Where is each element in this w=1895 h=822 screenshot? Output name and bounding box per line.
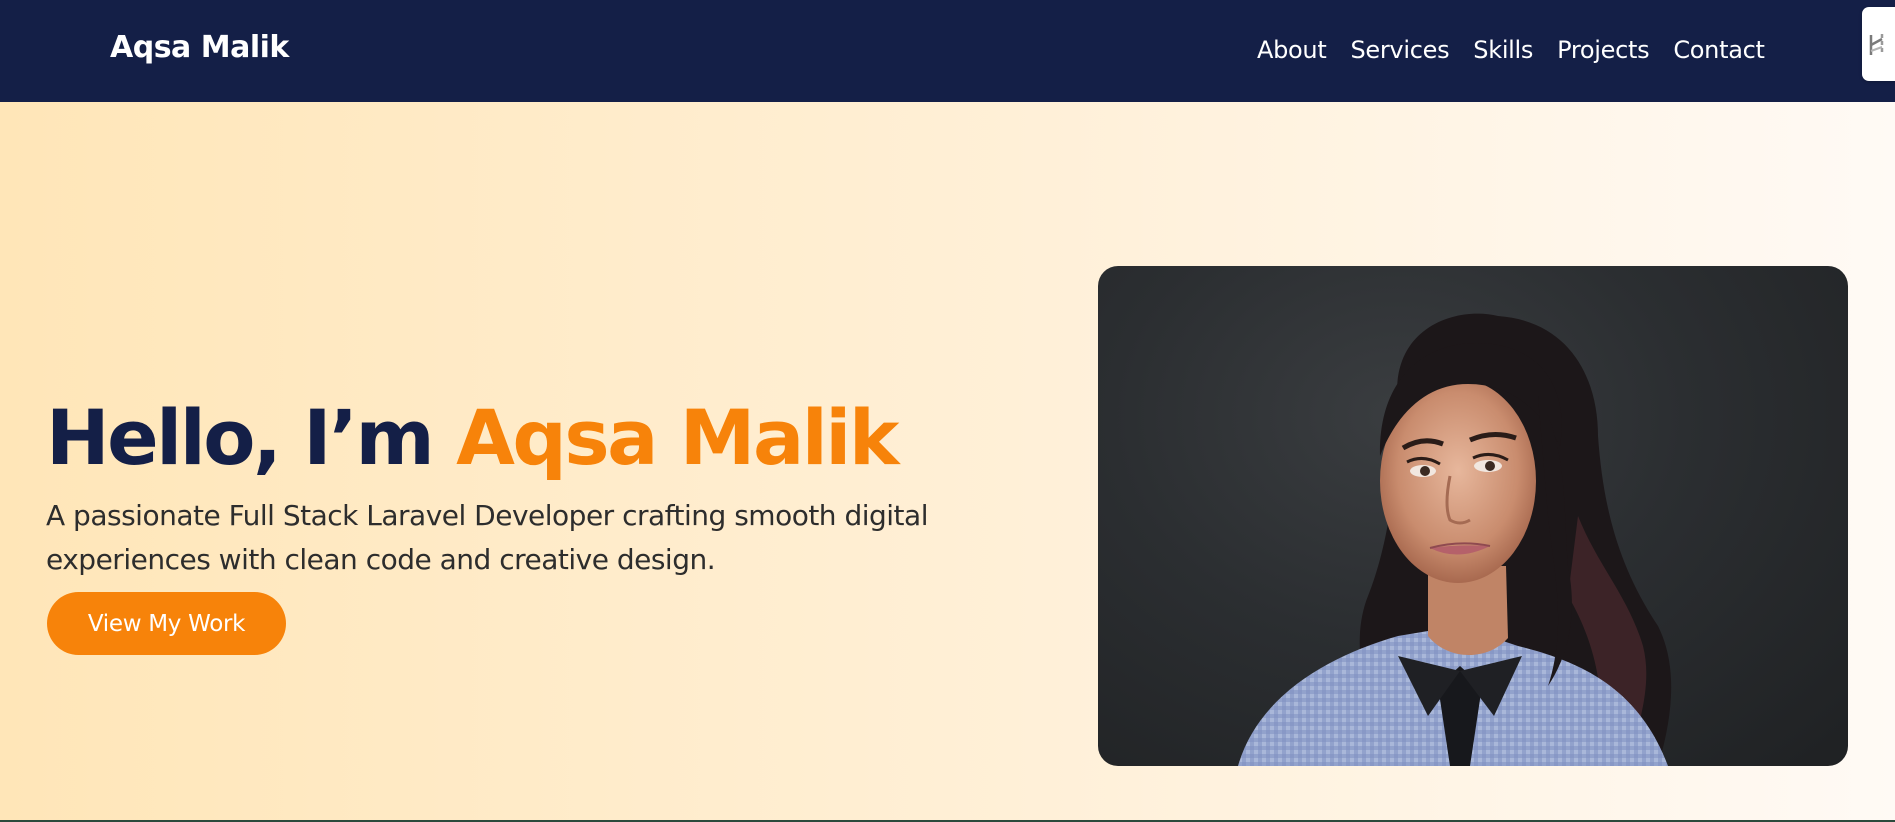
nav-link-about[interactable]: About: [1257, 34, 1327, 66]
brand-logo[interactable]: Aqsa Malik: [110, 30, 289, 65]
hero-greeting: Hello, I’m: [46, 393, 435, 482]
nav-link-projects[interactable]: Projects: [1557, 34, 1650, 66]
hero-subtitle: A passionate Full Stack Laravel Develope…: [46, 499, 928, 576]
nav-link-skills[interactable]: Skills: [1473, 34, 1533, 66]
nav-links: About Services Skills Projects Contact: [1257, 34, 1765, 66]
extension-icon: [1869, 34, 1884, 55]
navbar: Aqsa Malik About Services Skills Project…: [0, 0, 1895, 102]
portrait-photo: [1098, 266, 1848, 766]
hero-name: Aqsa Malik: [456, 393, 899, 482]
view-my-work-button[interactable]: View My Work: [47, 592, 286, 655]
nav-link-services[interactable]: Services: [1350, 34, 1449, 66]
hero-headline: Hello, I’m Aqsa Malik: [46, 392, 899, 484]
portrait-illustration: [1238, 313, 1672, 766]
nav-link-contact[interactable]: Contact: [1673, 34, 1765, 66]
side-widget-button[interactable]: [1862, 7, 1895, 81]
